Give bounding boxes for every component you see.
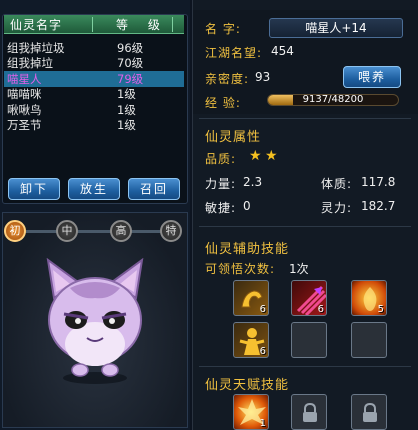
quality-star-icon: ★ xyxy=(249,148,262,164)
locked-skill-slot[interactable] xyxy=(291,394,327,430)
skill-count: 6 xyxy=(259,304,266,315)
skill-count: 1 xyxy=(259,418,266,429)
feed-button[interactable]: 喂养 xyxy=(343,66,401,88)
assist-skills-title: 仙灵辅助技能 xyxy=(205,242,290,257)
name-label: 名 字: xyxy=(205,22,241,36)
sprite-row[interactable]: 万圣节 1级 xyxy=(4,118,184,134)
quality-label: 品质: xyxy=(205,152,237,166)
header-divider xyxy=(92,17,93,32)
agility-label: 敏捷: xyxy=(205,201,237,215)
golden-figure-icon[interactable]: 6 xyxy=(233,322,269,358)
empty-skill-slot[interactable] xyxy=(351,322,387,358)
agility-value: 0 xyxy=(243,199,251,213)
sprite-name: 组我掉垃 xyxy=(7,56,53,71)
divider xyxy=(199,118,411,119)
tier-track xyxy=(14,230,172,233)
empty-skill-slot[interactable] xyxy=(291,322,327,358)
sprite-name: 喵星人 xyxy=(7,71,42,86)
sprite-row[interactable]: 啾啾鸟 1级 xyxy=(4,102,184,118)
tier-middle[interactable]: 中 xyxy=(56,220,78,242)
talent-skills-title: 仙灵天赋技能 xyxy=(205,378,290,393)
tier-selector: 初 中 高 特 xyxy=(0,218,190,244)
sprite-level: 79级 xyxy=(117,71,144,86)
flexed-arm-icon[interactable]: 6 xyxy=(233,280,269,316)
sprite-list-header: 仙灵名字 等 级 xyxy=(4,15,184,34)
exp-progress-bar: 9137/48200 xyxy=(267,94,399,106)
constitution-label: 体质: xyxy=(321,177,353,191)
attributes-title: 仙灵属性 xyxy=(205,130,262,145)
sprite-detail-panel: 名 字: 喵星人+14 江湖名望: 454 亲密度: 93 喂养 经 验: 91… xyxy=(192,0,418,430)
divider xyxy=(199,366,411,367)
sprite-panel: 仙灵名字 等 级 组我掉垃圾 96级 组我掉垃 70级 喵星人 79级 喵喵咪 1级 啾… xyxy=(0,0,190,430)
header-name: 仙灵名字 xyxy=(10,17,63,32)
fire-burst-icon[interactable]: 1 xyxy=(233,394,269,430)
sprite-info-block: 名 字: 喵星人+14 江湖名望: 454 亲密度: 93 喂养 经 验: 91… xyxy=(193,10,418,114)
locked-skill-slot[interactable] xyxy=(351,394,387,430)
sprite-name: 喵喵咪 xyxy=(7,87,42,102)
spirit-label: 灵力: xyxy=(321,201,353,215)
sprite-row-selected[interactable]: 喵星人 79级 xyxy=(4,71,184,87)
lock-icon xyxy=(363,403,377,422)
learn-count-label: 可领悟次数: xyxy=(205,262,276,276)
exp-progress-text: 9137/48200 xyxy=(302,94,364,105)
sprite-row[interactable]: 组我掉垃圾 96级 xyxy=(4,40,184,56)
sprite-name: 啾啾鸟 xyxy=(7,102,42,117)
sprite-row[interactable]: 组我掉垃 70级 xyxy=(4,56,184,72)
sprite-level: 1级 xyxy=(117,87,136,102)
sprite-level: 1级 xyxy=(117,118,136,133)
strength-value: 2.3 xyxy=(243,175,263,189)
exp-label: 经 验: xyxy=(205,96,241,110)
claw-strike-icon[interactable]: 6 xyxy=(291,280,327,316)
header-level: 等 级 xyxy=(116,17,168,32)
sprite-row[interactable]: 喵喵咪 1级 xyxy=(4,87,184,103)
sprite-name-field[interactable]: 喵星人+14 xyxy=(269,18,403,38)
divider xyxy=(199,226,411,227)
recall-button[interactable]: 召回 xyxy=(128,178,180,200)
header-divider xyxy=(172,17,173,32)
quality-star-icon: ★ xyxy=(265,148,278,164)
sprite-name: 万圣节 xyxy=(7,118,42,133)
deploy-button[interactable]: 放生 xyxy=(68,178,120,200)
sprite-list: 组我掉垃圾 96级 组我掉垃 70级 喵星人 79级 喵喵咪 1级 啾啾鸟 1级 万圣节 1… xyxy=(4,40,184,133)
sprite-actions: 卸下 放生 召回 xyxy=(0,178,190,202)
tier-high[interactable]: 高 xyxy=(110,220,132,242)
intimacy-value: 93 xyxy=(255,70,271,84)
flame-face-icon[interactable]: 5 xyxy=(351,280,387,316)
lock-icon xyxy=(303,403,317,422)
strength-label: 力量: xyxy=(205,177,237,191)
cat-sprite-model[interactable] xyxy=(40,258,150,388)
sprite-name: 组我掉垃圾 xyxy=(7,40,65,55)
fame-label: 江湖名望: xyxy=(205,46,263,60)
skill-count: 5 xyxy=(377,304,384,315)
unload-button[interactable]: 卸下 xyxy=(8,178,60,200)
intimacy-label: 亲密度: xyxy=(205,72,250,86)
constitution-value: 117.8 xyxy=(361,175,396,189)
skill-count: 6 xyxy=(317,304,324,315)
fame-value: 454 xyxy=(271,44,294,58)
sprite-level: 70级 xyxy=(117,56,144,71)
learn-count-value: 1次 xyxy=(289,262,309,276)
tier-beginner[interactable]: 初 xyxy=(4,220,26,242)
sprite-level: 96级 xyxy=(117,40,144,55)
tier-special[interactable]: 特 xyxy=(160,220,182,242)
spirit-value: 182.7 xyxy=(361,199,396,213)
skill-count: 6 xyxy=(259,346,266,357)
sprite-level: 1级 xyxy=(117,102,136,117)
